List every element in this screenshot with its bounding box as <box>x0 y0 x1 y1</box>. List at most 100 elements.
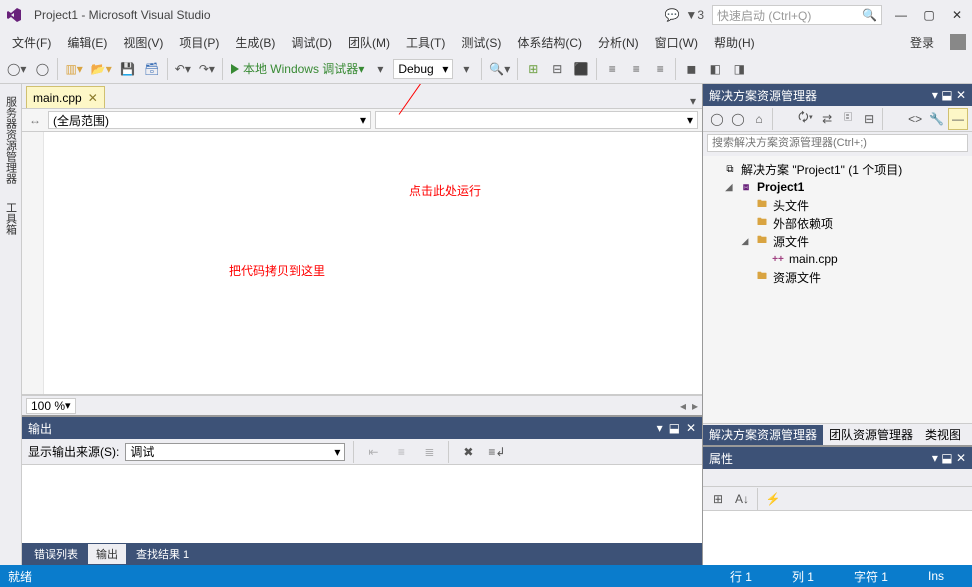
find-button[interactable]: 🔍▾ <box>486 58 513 80</box>
uncomment-button[interactable]: ⊟ <box>546 58 568 80</box>
output-source-select[interactable]: 调试▾ <box>125 443 345 461</box>
tb-btn-a[interactable]: ≡ <box>601 58 623 80</box>
sol-back-button[interactable]: ◯ <box>707 108 727 130</box>
scope-dropdown[interactable]: (全局范围)▾ <box>48 111 371 129</box>
output-btn-3[interactable]: ≣ <box>418 441 440 463</box>
sol-collapse-button[interactable]: ⊟ <box>859 108 879 130</box>
sol-properties-button[interactable]: 🔧 <box>926 108 947 130</box>
nav-fwd-button[interactable]: ◯ <box>31 58 53 80</box>
menu-project[interactable]: 项目(P) <box>173 32 225 53</box>
panel-dropdown-icon[interactable]: ▾ <box>657 421 663 435</box>
menu-build[interactable]: 生成(B) <box>229 32 281 53</box>
menu-team[interactable]: 团队(M) <box>342 32 396 53</box>
tab-class-view[interactable]: 类视图 <box>919 425 967 445</box>
quick-launch-input[interactable]: 快速启动 (Ctrl+Q) 🔍 <box>712 5 882 25</box>
tab-solution-explorer[interactable]: 解决方案资源管理器 <box>703 425 823 445</box>
menu-test[interactable]: 测试(S) <box>455 32 507 53</box>
minimize-button[interactable]: — <box>892 8 910 22</box>
panel-pin-icon[interactable]: ⬓ <box>669 421 680 435</box>
output-wrap-button[interactable]: ≡↲ <box>485 441 508 463</box>
save-button[interactable]: 💾 <box>117 58 139 80</box>
close-button[interactable]: ✕ <box>948 8 966 22</box>
doc-tab-main-cpp[interactable]: main.cpp ✕ <box>26 86 105 108</box>
props-categorized-button[interactable]: ⊞ <box>707 488 729 510</box>
tree-solution-root[interactable]: ⧉解决方案 "Project1" (1 个项目) <box>707 160 968 178</box>
sol-close-icon[interactable]: ✕ <box>956 88 966 102</box>
nav-back-button[interactable]: ◯▾ <box>4 58 29 80</box>
nav-left-icon[interactable]: ↔ <box>26 111 44 129</box>
tree-main-cpp[interactable]: ++main.cpp <box>707 250 968 268</box>
comment-button[interactable]: ⊞ <box>522 58 544 80</box>
close-tab-icon[interactable]: ✕ <box>88 91 98 105</box>
scroll-left-icon[interactable]: ◂ <box>680 399 686 413</box>
sol-preview-button[interactable]: — <box>948 108 968 130</box>
save-all-button[interactable]: 🗃 <box>141 58 163 80</box>
sol-sync-button[interactable]: ⇄ <box>817 108 837 130</box>
tree-resources[interactable]: 🖿资源文件 <box>707 268 968 286</box>
tree-external[interactable]: 🖿外部依赖项 <box>707 214 968 232</box>
sol-code-button[interactable]: <> <box>905 108 925 130</box>
debug-target-dropdown[interactable]: ▾ <box>369 58 391 80</box>
tb-btn-f[interactable]: ◨ <box>728 58 750 80</box>
open-button[interactable]: 📂▾ <box>88 58 115 80</box>
props-dropdown-icon[interactable]: ▾ <box>932 451 938 465</box>
tab-find-results[interactable]: 查找结果 1 <box>128 544 197 564</box>
sol-showall-button[interactable]: 🗉 <box>838 108 858 130</box>
tb-btn-c[interactable]: ≡ <box>649 58 671 80</box>
menu-debug[interactable]: 调试(D) <box>285 32 338 53</box>
menu-analyze[interactable]: 分析(N) <box>592 32 645 53</box>
toolbox-tab[interactable]: 工具箱 <box>1 194 21 243</box>
member-dropdown[interactable]: ▾ <box>375 111 698 129</box>
sol-refresh-button[interactable]: 🗘▾ <box>795 108 816 130</box>
menu-window[interactable]: 窗口(W) <box>649 32 704 53</box>
tab-error-list[interactable]: 错误列表 <box>26 544 86 564</box>
tb-btn-d[interactable]: ◼ <box>680 58 702 80</box>
menu-tools[interactable]: 工具(T) <box>400 32 451 53</box>
sol-home-button[interactable]: ⌂ <box>749 108 769 130</box>
output-btn-1[interactable]: ⇤ <box>362 441 384 463</box>
menu-help[interactable]: 帮助(H) <box>708 32 761 53</box>
output-btn-2[interactable]: ≡ <box>390 441 412 463</box>
menu-edit[interactable]: 编辑(E) <box>61 32 113 53</box>
login-button[interactable]: 登录 <box>904 32 940 53</box>
notification-flag-icon[interactable]: ▼3 <box>685 8 704 22</box>
maximize-button[interactable]: ▢ <box>920 8 938 22</box>
feedback-area[interactable]: 💬 ▼3 <box>664 8 704 22</box>
menu-architecture[interactable]: 体系结构(C) <box>511 32 588 53</box>
feedback-icon[interactable]: 💬 <box>664 8 679 22</box>
tree-project[interactable]: ◢⧈Project1 <box>707 178 968 196</box>
solution-tree[interactable]: ⧉解决方案 "Project1" (1 个项目) ◢⧈Project1 🖿头文件… <box>703 156 972 423</box>
tree-sources[interactable]: ◢🖿源文件 <box>707 232 968 250</box>
start-debug-button[interactable]: 本地 Windows 调试器 ▾ <box>227 58 367 80</box>
avatar-icon[interactable] <box>950 34 966 50</box>
tree-headers[interactable]: 🖿头文件 <box>707 196 968 214</box>
properties-body[interactable] <box>703 511 972 565</box>
server-explorer-tab[interactable]: 服务器资源管理器 <box>1 88 21 192</box>
config-select[interactable]: Debug▾ <box>393 59 453 79</box>
props-close-icon[interactable]: ✕ <box>956 451 966 465</box>
sol-fwd-button[interactable]: ◯ <box>728 108 748 130</box>
panel-close-icon[interactable]: ✕ <box>686 421 696 435</box>
tab-overflow-button[interactable]: ▾ <box>684 94 702 108</box>
tb-btn-e[interactable]: ◧ <box>704 58 726 80</box>
scroll-right-icon[interactable]: ▸ <box>692 399 698 413</box>
tab-team-explorer[interactable]: 团队资源管理器 <box>823 425 919 445</box>
sol-dropdown-icon[interactable]: ▾ <box>932 88 938 102</box>
props-pin-icon[interactable]: ⬓ <box>941 451 952 465</box>
sol-pin-icon[interactable]: ⬓ <box>941 88 952 102</box>
new-project-button[interactable]: ▥▾ <box>62 58 85 80</box>
output-clear-button[interactable]: ✖ <box>457 441 479 463</box>
props-events-button[interactable]: ⚡ <box>762 488 784 510</box>
code-editor[interactable]: 点击此处运行 把代码拷贝到这里 <box>22 132 702 395</box>
platform-dropdown[interactable]: ▾ <box>455 58 477 80</box>
props-alpha-button[interactable]: A↓ <box>731 488 753 510</box>
menu-view[interactable]: 视图(V) <box>117 32 169 53</box>
bookmark-button[interactable]: ⬛ <box>570 58 592 80</box>
undo-button[interactable]: ↶▾ <box>172 58 194 80</box>
tab-output[interactable]: 输出 <box>88 544 126 564</box>
output-body[interactable] <box>22 465 702 543</box>
solution-search-input[interactable] <box>707 134 968 152</box>
tb-btn-b[interactable]: ≡ <box>625 58 647 80</box>
zoom-select[interactable]: 100 % ▾ <box>26 398 76 414</box>
redo-button[interactable]: ↷▾ <box>196 58 218 80</box>
